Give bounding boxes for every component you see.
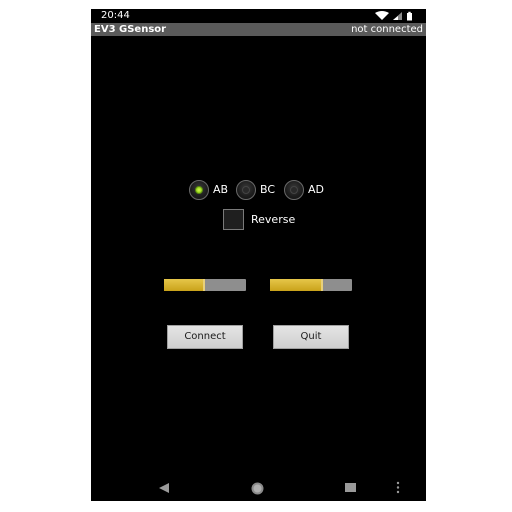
home-icon[interactable] <box>250 481 265 496</box>
app-title-bar: EV3 GSensor not connected <box>91 23 426 36</box>
quit-button[interactable]: Quit <box>273 325 349 349</box>
connection-status: not connected <box>351 24 423 35</box>
slider-thumb[interactable] <box>203 279 205 291</box>
back-icon[interactable] <box>157 481 171 495</box>
battery-icon <box>407 11 412 21</box>
connect-button[interactable]: Connect <box>167 325 243 349</box>
device-screen: 20:44 EV3 GSensor not connected AB BC AD… <box>91 9 426 501</box>
slider-fill <box>164 279 205 291</box>
signal-icon <box>393 12 402 20</box>
motor-slider-left[interactable] <box>164 279 246 291</box>
radio-label-ad: AD <box>308 183 324 196</box>
navigation-bar <box>91 474 426 501</box>
motor-slider-right[interactable] <box>270 279 352 291</box>
menu-icon[interactable] <box>395 481 401 494</box>
slider-fill <box>270 279 323 291</box>
recents-icon[interactable] <box>344 481 357 494</box>
app-title: EV3 GSensor <box>94 24 167 35</box>
status-icons <box>375 11 412 21</box>
radio-button-ad[interactable] <box>284 180 304 200</box>
port-radio-group: AB BC AD <box>189 180 349 200</box>
wifi-icon <box>375 11 389 20</box>
status-time: 20:44 <box>101 10 130 21</box>
radio-button-bc[interactable] <box>236 180 256 200</box>
radio-button-ab[interactable] <box>189 180 209 200</box>
reverse-label: Reverse <box>251 213 296 226</box>
radio-label-ab: AB <box>213 183 229 196</box>
slider-thumb[interactable] <box>321 279 323 291</box>
reverse-checkbox[interactable] <box>223 209 244 230</box>
status-bar: 20:44 <box>91 9 426 23</box>
radio-label-bc: BC <box>260 183 276 196</box>
